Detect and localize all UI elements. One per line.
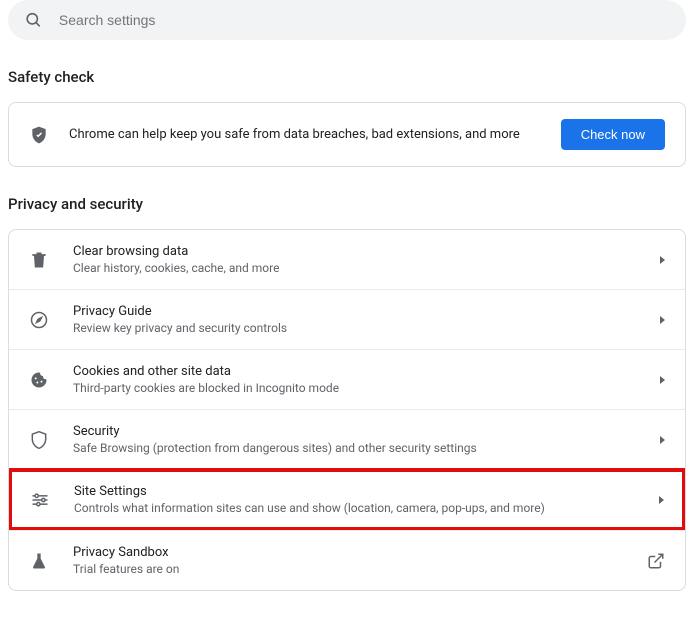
- row-text: Cookies and other site data Third-party …: [73, 364, 648, 395]
- chevron-right-icon: [659, 496, 664, 504]
- row-title: Security: [73, 424, 648, 439]
- shield-check-icon: [29, 125, 49, 145]
- external-link-icon: [647, 552, 665, 570]
- row-text: Site Settings Controls what information …: [74, 484, 647, 515]
- safety-check-title: Safety check: [8, 68, 686, 86]
- safety-check-text: Chrome can help keep you safe from data …: [69, 127, 561, 142]
- safety-check-row: Chrome can help keep you safe from data …: [9, 103, 685, 166]
- row-title: Site Settings: [74, 484, 647, 499]
- row-title: Clear browsing data: [73, 244, 648, 259]
- row-subtitle: Controls what information sites can use …: [74, 501, 647, 515]
- chevron-right-icon: [660, 436, 665, 444]
- row-text: Clear browsing data Clear history, cooki…: [73, 244, 648, 275]
- safety-check-card: Chrome can help keep you safe from data …: [8, 102, 686, 167]
- row-text: Security Safe Browsing (protection from …: [73, 424, 648, 455]
- search-input[interactable]: [59, 12, 670, 28]
- row-title: Privacy Sandbox: [73, 545, 635, 560]
- row-subtitle: Clear history, cookies, cache, and more: [73, 261, 648, 275]
- row-security[interactable]: Security Safe Browsing (protection from …: [9, 409, 685, 469]
- row-subtitle: Review key privacy and security controls: [73, 321, 648, 335]
- row-clear-browsing-data[interactable]: Clear browsing data Clear history, cooki…: [9, 230, 685, 289]
- row-subtitle: Safe Browsing (protection from dangerous…: [73, 441, 648, 455]
- row-privacy-sandbox[interactable]: Privacy Sandbox Trial features are on: [9, 530, 685, 590]
- chevron-right-icon: [660, 256, 665, 264]
- row-site-settings[interactable]: Site Settings Controls what information …: [8, 468, 686, 531]
- chevron-right-icon: [660, 376, 665, 384]
- row-subtitle: Third-party cookies are blocked in Incog…: [73, 381, 648, 395]
- trash-icon: [29, 250, 49, 270]
- search-icon: [24, 10, 43, 30]
- row-title: Cookies and other site data: [73, 364, 648, 379]
- sliders-icon: [30, 490, 50, 510]
- search-bar[interactable]: [8, 0, 686, 40]
- flask-icon: [29, 551, 49, 571]
- row-cookies[interactable]: Cookies and other site data Third-party …: [9, 349, 685, 409]
- row-title: Privacy Guide: [73, 304, 648, 319]
- check-now-button[interactable]: Check now: [561, 119, 665, 150]
- cookie-icon: [29, 370, 49, 390]
- row-privacy-guide[interactable]: Privacy Guide Review key privacy and sec…: [9, 289, 685, 349]
- row-text: Privacy Guide Review key privacy and sec…: [73, 304, 648, 335]
- privacy-security-title: Privacy and security: [8, 195, 686, 213]
- shield-icon: [29, 430, 49, 450]
- chevron-right-icon: [660, 316, 665, 324]
- compass-icon: [29, 310, 49, 330]
- privacy-security-card: Clear browsing data Clear history, cooki…: [8, 229, 686, 591]
- row-text: Privacy Sandbox Trial features are on: [73, 545, 635, 576]
- row-subtitle: Trial features are on: [73, 562, 635, 576]
